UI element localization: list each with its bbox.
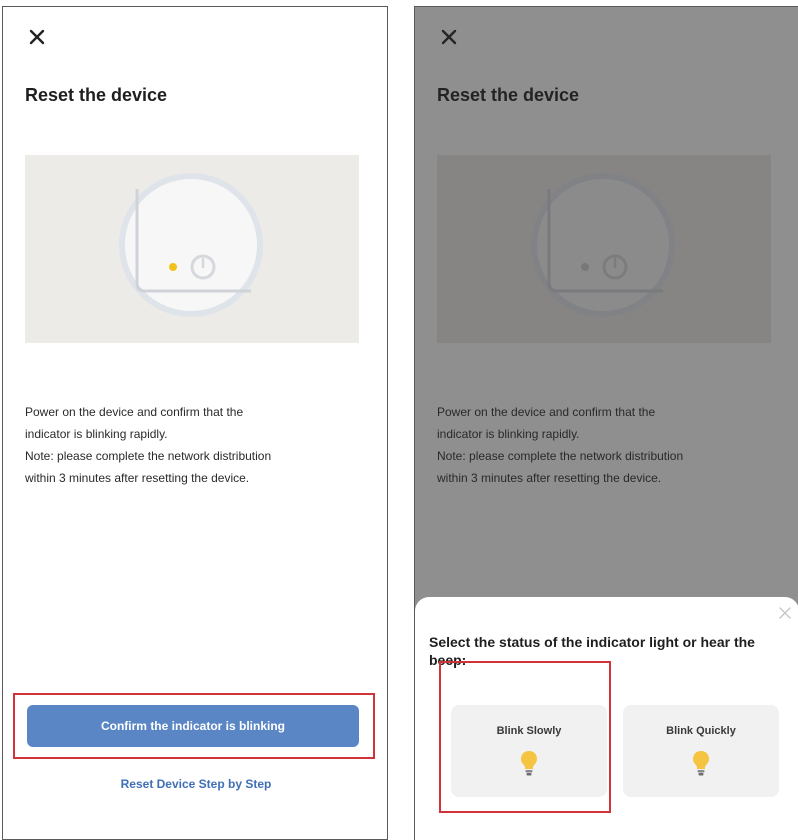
instruction-line: Power on the device and confirm that the bbox=[25, 405, 244, 419]
confirm-blinking-button[interactable]: Confirm the indicator is blinking bbox=[27, 705, 359, 747]
instruction-line: Note: please complete the network distri… bbox=[437, 449, 684, 463]
device-illustration bbox=[25, 155, 359, 343]
option-label: Blink Quickly bbox=[666, 725, 736, 737]
device-illustration bbox=[437, 155, 771, 343]
instruction-line: indicator is blinking rapidly. bbox=[25, 427, 168, 441]
reset-step-by-step-link[interactable]: Reset Device Step by Step bbox=[3, 777, 387, 791]
instruction-line: within 3 minutes after resetting the dev… bbox=[437, 471, 662, 485]
instruction-text: Power on the device and confirm that the… bbox=[437, 401, 777, 489]
close-icon bbox=[29, 29, 45, 45]
blink-slowly-option[interactable]: Blink Slowly bbox=[451, 705, 607, 797]
reset-device-screen: Reset the device Power on the device and… bbox=[2, 6, 388, 840]
device-reset-illustration bbox=[25, 155, 359, 343]
close-button[interactable] bbox=[25, 25, 49, 49]
indicator-status-screen: Reset the device Power on the device and… bbox=[414, 6, 798, 840]
option-label: Blink Slowly bbox=[496, 725, 562, 737]
close-button[interactable] bbox=[437, 25, 461, 49]
device-reset-illustration bbox=[437, 155, 771, 343]
instruction-text: Power on the device and confirm that the… bbox=[25, 401, 365, 489]
instruction-line: indicator is blinking rapidly. bbox=[437, 427, 580, 441]
sheet-close-button[interactable] bbox=[777, 605, 793, 621]
indicator-status-sheet: Select the status of the indicator light… bbox=[415, 597, 798, 840]
lightbulb-icon bbox=[690, 749, 712, 777]
page-title: Reset the device bbox=[25, 85, 168, 105]
lightbulb-icon bbox=[518, 749, 540, 777]
close-icon bbox=[779, 607, 791, 619]
instruction-line: within 3 minutes after resetting the dev… bbox=[25, 471, 250, 485]
instruction-line: Note: please complete the network distri… bbox=[25, 449, 272, 463]
instruction-line: Power on the device and confirm that the bbox=[437, 405, 656, 419]
blink-quickly-option[interactable]: Blink Quickly bbox=[623, 705, 779, 797]
page-title: Reset the device bbox=[437, 85, 580, 105]
close-icon bbox=[441, 29, 457, 45]
